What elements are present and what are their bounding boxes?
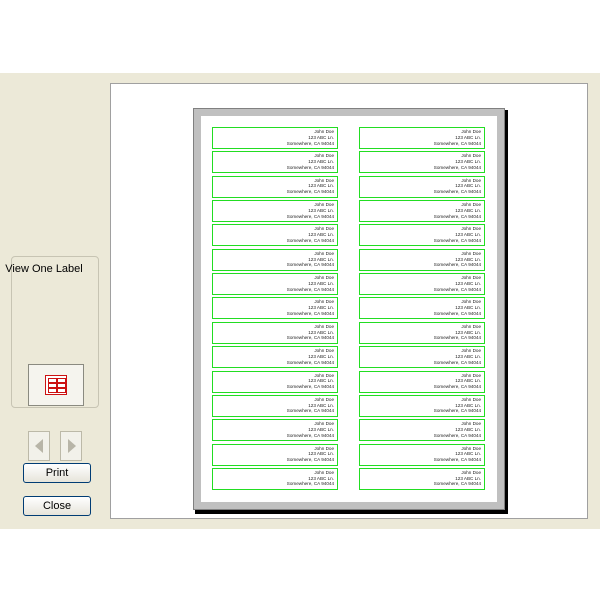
label-city-line: Somewhere, CA 94044 [433,335,481,341]
label-city-line: Somewhere, CA 94044 [433,457,481,463]
address-label: John Doe 123 ABC Ln. Somewhere, CA 94044 [212,346,338,369]
arrow-right-icon [68,439,76,453]
address-label: John Doe 123 ABC Ln. Somewhere, CA 94044 [359,273,485,296]
address-label: John Doe 123 ABC Ln. Somewhere, CA 94044 [212,467,338,490]
address-label: John Doe 123 ABC Ln. Somewhere, CA 94044 [359,443,485,466]
label-city-line: Somewhere, CA 94044 [286,213,334,219]
address-label: John Doe 123 ABC Ln. Somewhere, CA 94044 [359,151,485,174]
address-label: John Doe 123 ABC Ln. Somewhere, CA 94044 [212,370,338,393]
label-city-line: Somewhere, CA 94044 [286,262,334,268]
address-label: John Doe 123 ABC Ln. Somewhere, CA 94044 [212,443,338,466]
address-label: John Doe 123 ABC Ln. Somewhere, CA 94044 [359,297,485,320]
label-preview-dialog: View One Label Print Close John Doe 123 A… [0,73,600,529]
address-label: John Doe 123 ABC Ln. Somewhere, CA 94044 [359,321,485,344]
address-label: John Doe 123 ABC Ln. Somewhere, CA 94044 [359,175,485,198]
label-city-line: Somewhere, CA 94044 [433,189,481,195]
label-city-line: Somewhere, CA 94044 [433,262,481,268]
label-sheet: John Doe 123 ABC Ln. Somewhere, CA 94044 Jo… [193,108,505,510]
address-label: John Doe 123 ABC Ln. Somewhere, CA 94044 [212,394,338,417]
label-city-line: Somewhere, CA 94044 [433,481,481,487]
label-city-line: Somewhere, CA 94044 [286,481,334,487]
view-one-label-title: View One Label [5,263,83,275]
label-city-line: Somewhere, CA 94044 [433,432,481,438]
address-label: John Doe 123 ABC Ln. Somewhere, CA 94044 [212,297,338,320]
label-city-line: Somewhere, CA 94044 [286,286,334,292]
address-label: John Doe 123 ABC Ln. Somewhere, CA 94044 [212,151,338,174]
print-preview-area: John Doe 123 ABC Ln. Somewhere, CA 94044 Jo… [110,83,588,519]
address-label: John Doe 123 ABC Ln. Somewhere, CA 94044 [212,127,338,149]
address-label: John Doe 123 ABC Ln. Somewhere, CA 94044 [359,467,485,490]
address-label: John Doe 123 ABC Ln. Somewhere, CA 94044 [359,346,485,369]
address-label: John Doe 123 ABC Ln. Somewhere, CA 94044 [359,248,485,271]
address-label: John Doe 123 ABC Ln. Somewhere, CA 94044 [359,394,485,417]
arrow-left-icon [35,439,43,453]
label-city-line: Somewhere, CA 94044 [286,164,334,170]
address-label: John Doe 123 ABC Ln. Somewhere, CA 94044 [359,200,485,223]
label-city-line: Somewhere, CA 94044 [433,213,481,219]
label-city-line: Somewhere, CA 94044 [433,408,481,414]
previous-label-button[interactable] [28,431,50,461]
label-city-line: Somewhere, CA 94044 [286,384,334,390]
address-label: John Doe 123 ABC Ln. Somewhere, CA 94044 [359,419,485,442]
address-label: John Doe 123 ABC Ln. Somewhere, CA 94044 [212,175,338,198]
address-label: John Doe 123 ABC Ln. Somewhere, CA 94044 [212,321,338,344]
label-city-line: Somewhere, CA 94044 [286,408,334,414]
label-city-line: Somewhere, CA 94044 [433,311,481,317]
label-city-line: Somewhere, CA 94044 [433,286,481,292]
print-button[interactable]: Print [23,463,91,483]
label-sheet-printable-area: John Doe 123 ABC Ln. Somewhere, CA 94044 Jo… [201,116,497,502]
view-one-label-button[interactable] [28,364,84,406]
address-label: John Doe 123 ABC Ln. Somewhere, CA 94044 [212,224,338,247]
label-city-line: Somewhere, CA 94044 [433,164,481,170]
label-city-line: Somewhere, CA 94044 [433,237,481,243]
address-label: John Doe 123 ABC Ln. Somewhere, CA 94044 [359,370,485,393]
address-label: John Doe 123 ABC Ln. Somewhere, CA 94044 [359,224,485,247]
address-label: John Doe 123 ABC Ln. Somewhere, CA 94044 [359,127,485,149]
label-city-line: Somewhere, CA 94044 [286,237,334,243]
label-city-line: Somewhere, CA 94044 [433,359,481,365]
label-city-line: Somewhere, CA 94044 [286,457,334,463]
address-label: John Doe 123 ABC Ln. Somewhere, CA 94044 [212,248,338,271]
label-city-line: Somewhere, CA 94044 [433,140,481,146]
address-label: John Doe 123 ABC Ln. Somewhere, CA 94044 [212,273,338,296]
label-city-line: Somewhere, CA 94044 [286,189,334,195]
label-city-line: Somewhere, CA 94044 [286,359,334,365]
label-city-line: Somewhere, CA 94044 [286,311,334,317]
close-button[interactable]: Close [23,496,91,516]
label-city-line: Somewhere, CA 94044 [433,384,481,390]
address-label: John Doe 123 ABC Ln. Somewhere, CA 94044 [212,200,338,223]
label-city-line: Somewhere, CA 94044 [286,335,334,341]
next-label-button[interactable] [60,431,82,461]
label-grid-icon [45,375,67,395]
label-city-line: Somewhere, CA 94044 [286,432,334,438]
label-city-line: Somewhere, CA 94044 [286,140,334,146]
address-label: John Doe 123 ABC Ln. Somewhere, CA 94044 [212,419,338,442]
